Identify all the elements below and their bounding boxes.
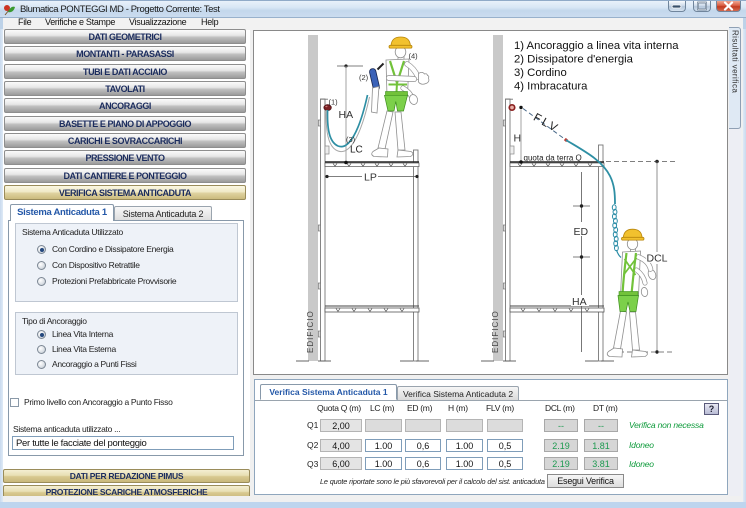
svg-text:3) Cordino: 3) Cordino (514, 67, 567, 79)
svg-text:quota da terra Q: quota da terra Q (524, 154, 582, 163)
svg-text:4) Imbracatura: 4) Imbracatura (514, 81, 588, 93)
svg-text:ED: ED (574, 226, 589, 238)
svg-text:(2): (2) (359, 73, 369, 82)
svg-text:H: H (514, 133, 522, 145)
svg-text:(4): (4) (409, 52, 419, 61)
svg-text:EDIFICIO: EDIFICIO (491, 310, 500, 353)
svg-text:(3): (3) (346, 135, 356, 144)
svg-text:1) Ancoraggio a linea vita int: 1) Ancoraggio a linea vita interna (514, 40, 679, 52)
svg-text:LC: LC (350, 145, 363, 156)
svg-text:EDIFICIO: EDIFICIO (306, 310, 315, 353)
svg-text:(1): (1) (329, 98, 339, 107)
svg-text:DCL: DCL (647, 253, 668, 265)
svg-text:FLV: FLV (531, 112, 561, 136)
svg-text:2) Dissipatore d'energia: 2) Dissipatore d'energia (514, 54, 634, 66)
svg-text:LP: LP (364, 172, 377, 184)
svg-text:HA: HA (339, 109, 354, 121)
svg-text:HA: HA (572, 296, 587, 308)
